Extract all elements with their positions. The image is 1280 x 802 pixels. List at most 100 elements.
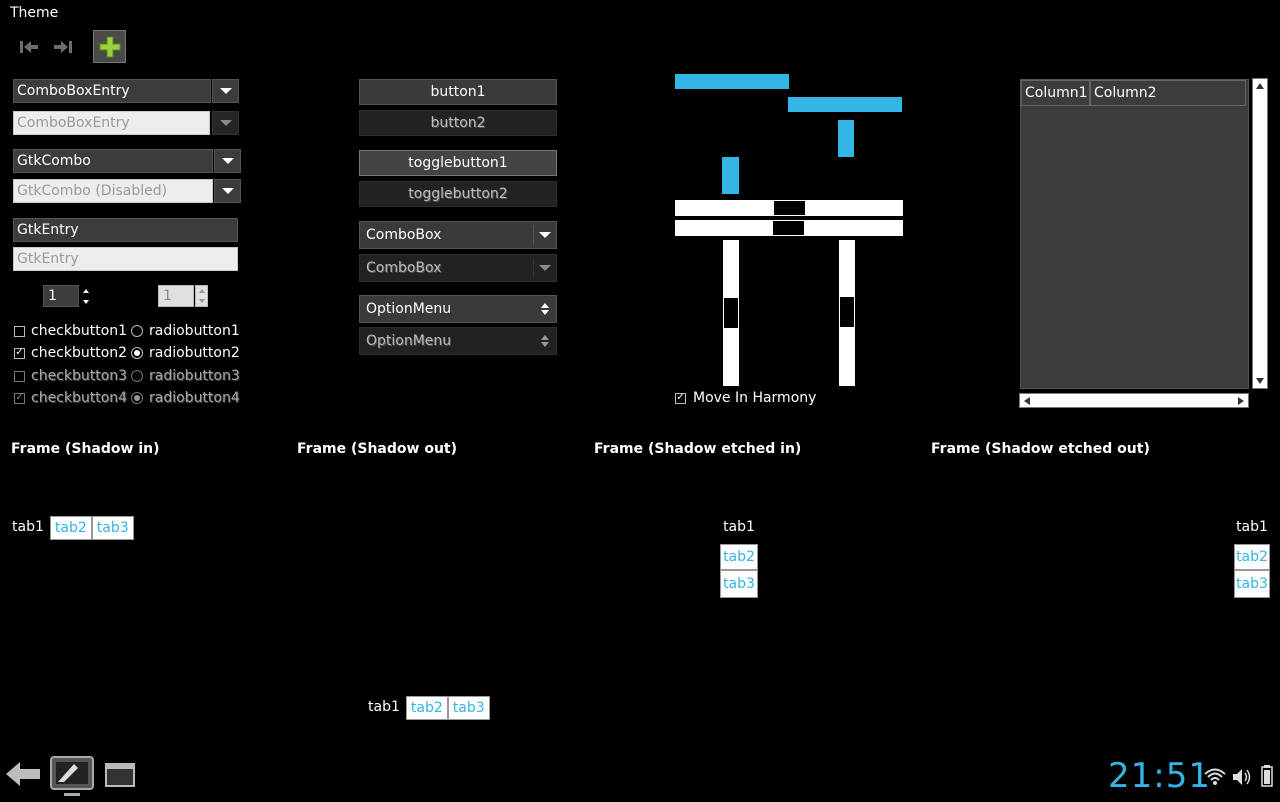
tab-3[interactable]: tab3 xyxy=(447,696,490,720)
move-in-harmony-check[interactable]: ✓ Move In Harmony xyxy=(675,390,816,406)
add-button[interactable] xyxy=(93,30,126,63)
tab-2[interactable]: tab2 xyxy=(720,544,758,570)
tab-3[interactable]: tab3 xyxy=(1234,570,1270,598)
checkbox-checked-icon: ✓ xyxy=(14,347,25,359)
recent-apps-icon xyxy=(105,763,135,787)
vscale-1[interactable] xyxy=(723,240,739,386)
window-title: Theme xyxy=(10,5,59,21)
wifi-icon xyxy=(1204,766,1226,790)
spin-button-value[interactable]: 1 xyxy=(43,285,79,307)
tab-2[interactable]: tab2 xyxy=(405,696,448,720)
tab-1[interactable]: tab1 xyxy=(720,516,758,540)
column-header-1[interactable]: Column1 xyxy=(1021,80,1090,106)
battery-icon xyxy=(1261,765,1273,791)
slider-handle[interactable] xyxy=(724,298,738,328)
radiobutton-2[interactable]: radiobutton2 xyxy=(131,345,240,361)
home-icon xyxy=(50,756,94,796)
chevron-down-icon xyxy=(221,158,234,164)
vertical-scrollbar[interactable] xyxy=(1252,78,1268,389)
checkbutton-2[interactable]: ✓ checkbutton2 xyxy=(14,345,127,361)
combobox-entry[interactable]: ComboBoxEntry xyxy=(13,79,211,103)
gtk-combo[interactable]: GtkCombo xyxy=(13,149,213,173)
slider-handle[interactable] xyxy=(773,221,804,235)
horizontal-scrollbar[interactable] xyxy=(1019,393,1249,408)
status-clock: 21:51 xyxy=(1108,756,1211,796)
radiobutton-3: radiobutton3 xyxy=(131,368,240,384)
radio-icon xyxy=(131,325,143,337)
tab-1[interactable]: tab1 xyxy=(364,696,404,720)
gtk-combo-dropdown[interactable] xyxy=(214,149,241,173)
slider-handle[interactable] xyxy=(774,201,805,215)
progress-bar-bottom-to-top xyxy=(722,157,739,194)
tree-view[interactable] xyxy=(1020,79,1249,389)
checkbutton-label: checkbutton3 xyxy=(31,368,128,384)
chevron-down-icon xyxy=(219,120,232,126)
spin-up-icon[interactable] xyxy=(83,288,89,293)
checkbutton-label: checkbutton1 xyxy=(31,323,128,339)
back-button[interactable] xyxy=(4,758,42,794)
up-down-icon xyxy=(541,335,549,347)
hscale-1[interactable] xyxy=(675,200,903,216)
vscale-2[interactable] xyxy=(839,240,855,386)
scroll-right-icon[interactable] xyxy=(1237,397,1245,405)
column-header-2[interactable]: Column2 xyxy=(1090,80,1246,106)
button2: button2 xyxy=(359,110,557,136)
scroll-up-icon[interactable] xyxy=(1256,82,1264,90)
frame-shadow-in-label: Frame (Shadow in) xyxy=(11,441,160,457)
togglebutton2: togglebutton2 xyxy=(359,181,557,207)
checkbox-icon xyxy=(14,370,25,382)
tab-1[interactable]: tab1 xyxy=(1234,516,1270,540)
home-button[interactable] xyxy=(50,756,94,802)
spin-button-arrows[interactable] xyxy=(81,285,91,307)
option-menu-label: OptionMenu xyxy=(366,333,452,349)
up-down-icon xyxy=(541,303,549,315)
gtk-combo-disabled-dropdown xyxy=(214,179,241,203)
combobox[interactable]: ComboBox xyxy=(359,221,557,249)
notebook-top-tabs: tab1 tab2 tab3 xyxy=(8,516,134,540)
togglebutton1[interactable]: togglebutton1 xyxy=(359,150,557,176)
checkbutton-label: checkbutton2 xyxy=(31,345,128,361)
combobox-entry-dropdown[interactable] xyxy=(212,79,239,103)
checkbox-checked-icon: ✓ xyxy=(14,392,25,404)
scroll-down-icon[interactable] xyxy=(1256,377,1264,385)
button1[interactable]: button1 xyxy=(359,79,557,105)
radiobutton-1[interactable]: radiobutton1 xyxy=(131,323,240,339)
checkbutton-1[interactable]: checkbutton1 xyxy=(14,323,127,339)
scroll-left-icon[interactable] xyxy=(1023,397,1031,405)
spin-up-icon xyxy=(198,289,205,293)
option-menu[interactable]: OptionMenu xyxy=(359,295,557,323)
radio-selected-icon xyxy=(131,347,143,359)
radiobutton-label: radiobutton4 xyxy=(149,390,240,406)
progress-bar-left-to-right xyxy=(675,74,789,89)
go-last-button[interactable] xyxy=(47,31,79,63)
tab-2[interactable]: tab2 xyxy=(49,516,92,540)
tab-3[interactable]: tab3 xyxy=(720,570,758,598)
spin-down-icon xyxy=(198,299,205,303)
spin-down-icon[interactable] xyxy=(83,299,89,304)
tab-2[interactable]: tab2 xyxy=(1234,544,1270,570)
checkbox-checked-icon: ✓ xyxy=(675,392,686,404)
move-in-harmony-label: Move In Harmony xyxy=(693,390,817,406)
gtk-entry[interactable]: GtkEntry xyxy=(13,218,238,242)
combobox-entry-disabled-dropdown xyxy=(212,111,239,135)
combobox-label: ComboBox xyxy=(366,227,442,243)
go-first-button[interactable] xyxy=(13,31,45,63)
tab-1[interactable]: tab1 xyxy=(8,516,48,540)
tab-3[interactable]: tab3 xyxy=(91,516,134,540)
radiobutton-label: radiobutton1 xyxy=(149,323,240,339)
notebook-bottom-tabs: tab1 tab2 tab3 xyxy=(364,696,490,720)
combobox-label: ComboBox xyxy=(366,260,442,276)
spin-button-disabled-value: 1 xyxy=(158,285,194,307)
option-menu-disabled: OptionMenu xyxy=(359,327,557,355)
gtk-combo-disabled: GtkCombo (Disabled) xyxy=(13,179,213,203)
slider-handle[interactable] xyxy=(840,297,854,327)
checkbutton-label: checkbutton4 xyxy=(31,390,128,406)
spin-button-disabled-arrows xyxy=(195,285,208,307)
hscale-2[interactable] xyxy=(675,220,903,236)
checkbox-icon xyxy=(14,325,25,337)
gtk-entry-disabled: GtkEntry xyxy=(13,247,238,271)
checkbutton-4: ✓ checkbutton4 xyxy=(14,390,127,406)
volume-icon xyxy=(1232,768,1252,790)
recent-apps-button[interactable] xyxy=(104,762,136,792)
checkbutton-3: checkbutton3 xyxy=(14,368,127,384)
